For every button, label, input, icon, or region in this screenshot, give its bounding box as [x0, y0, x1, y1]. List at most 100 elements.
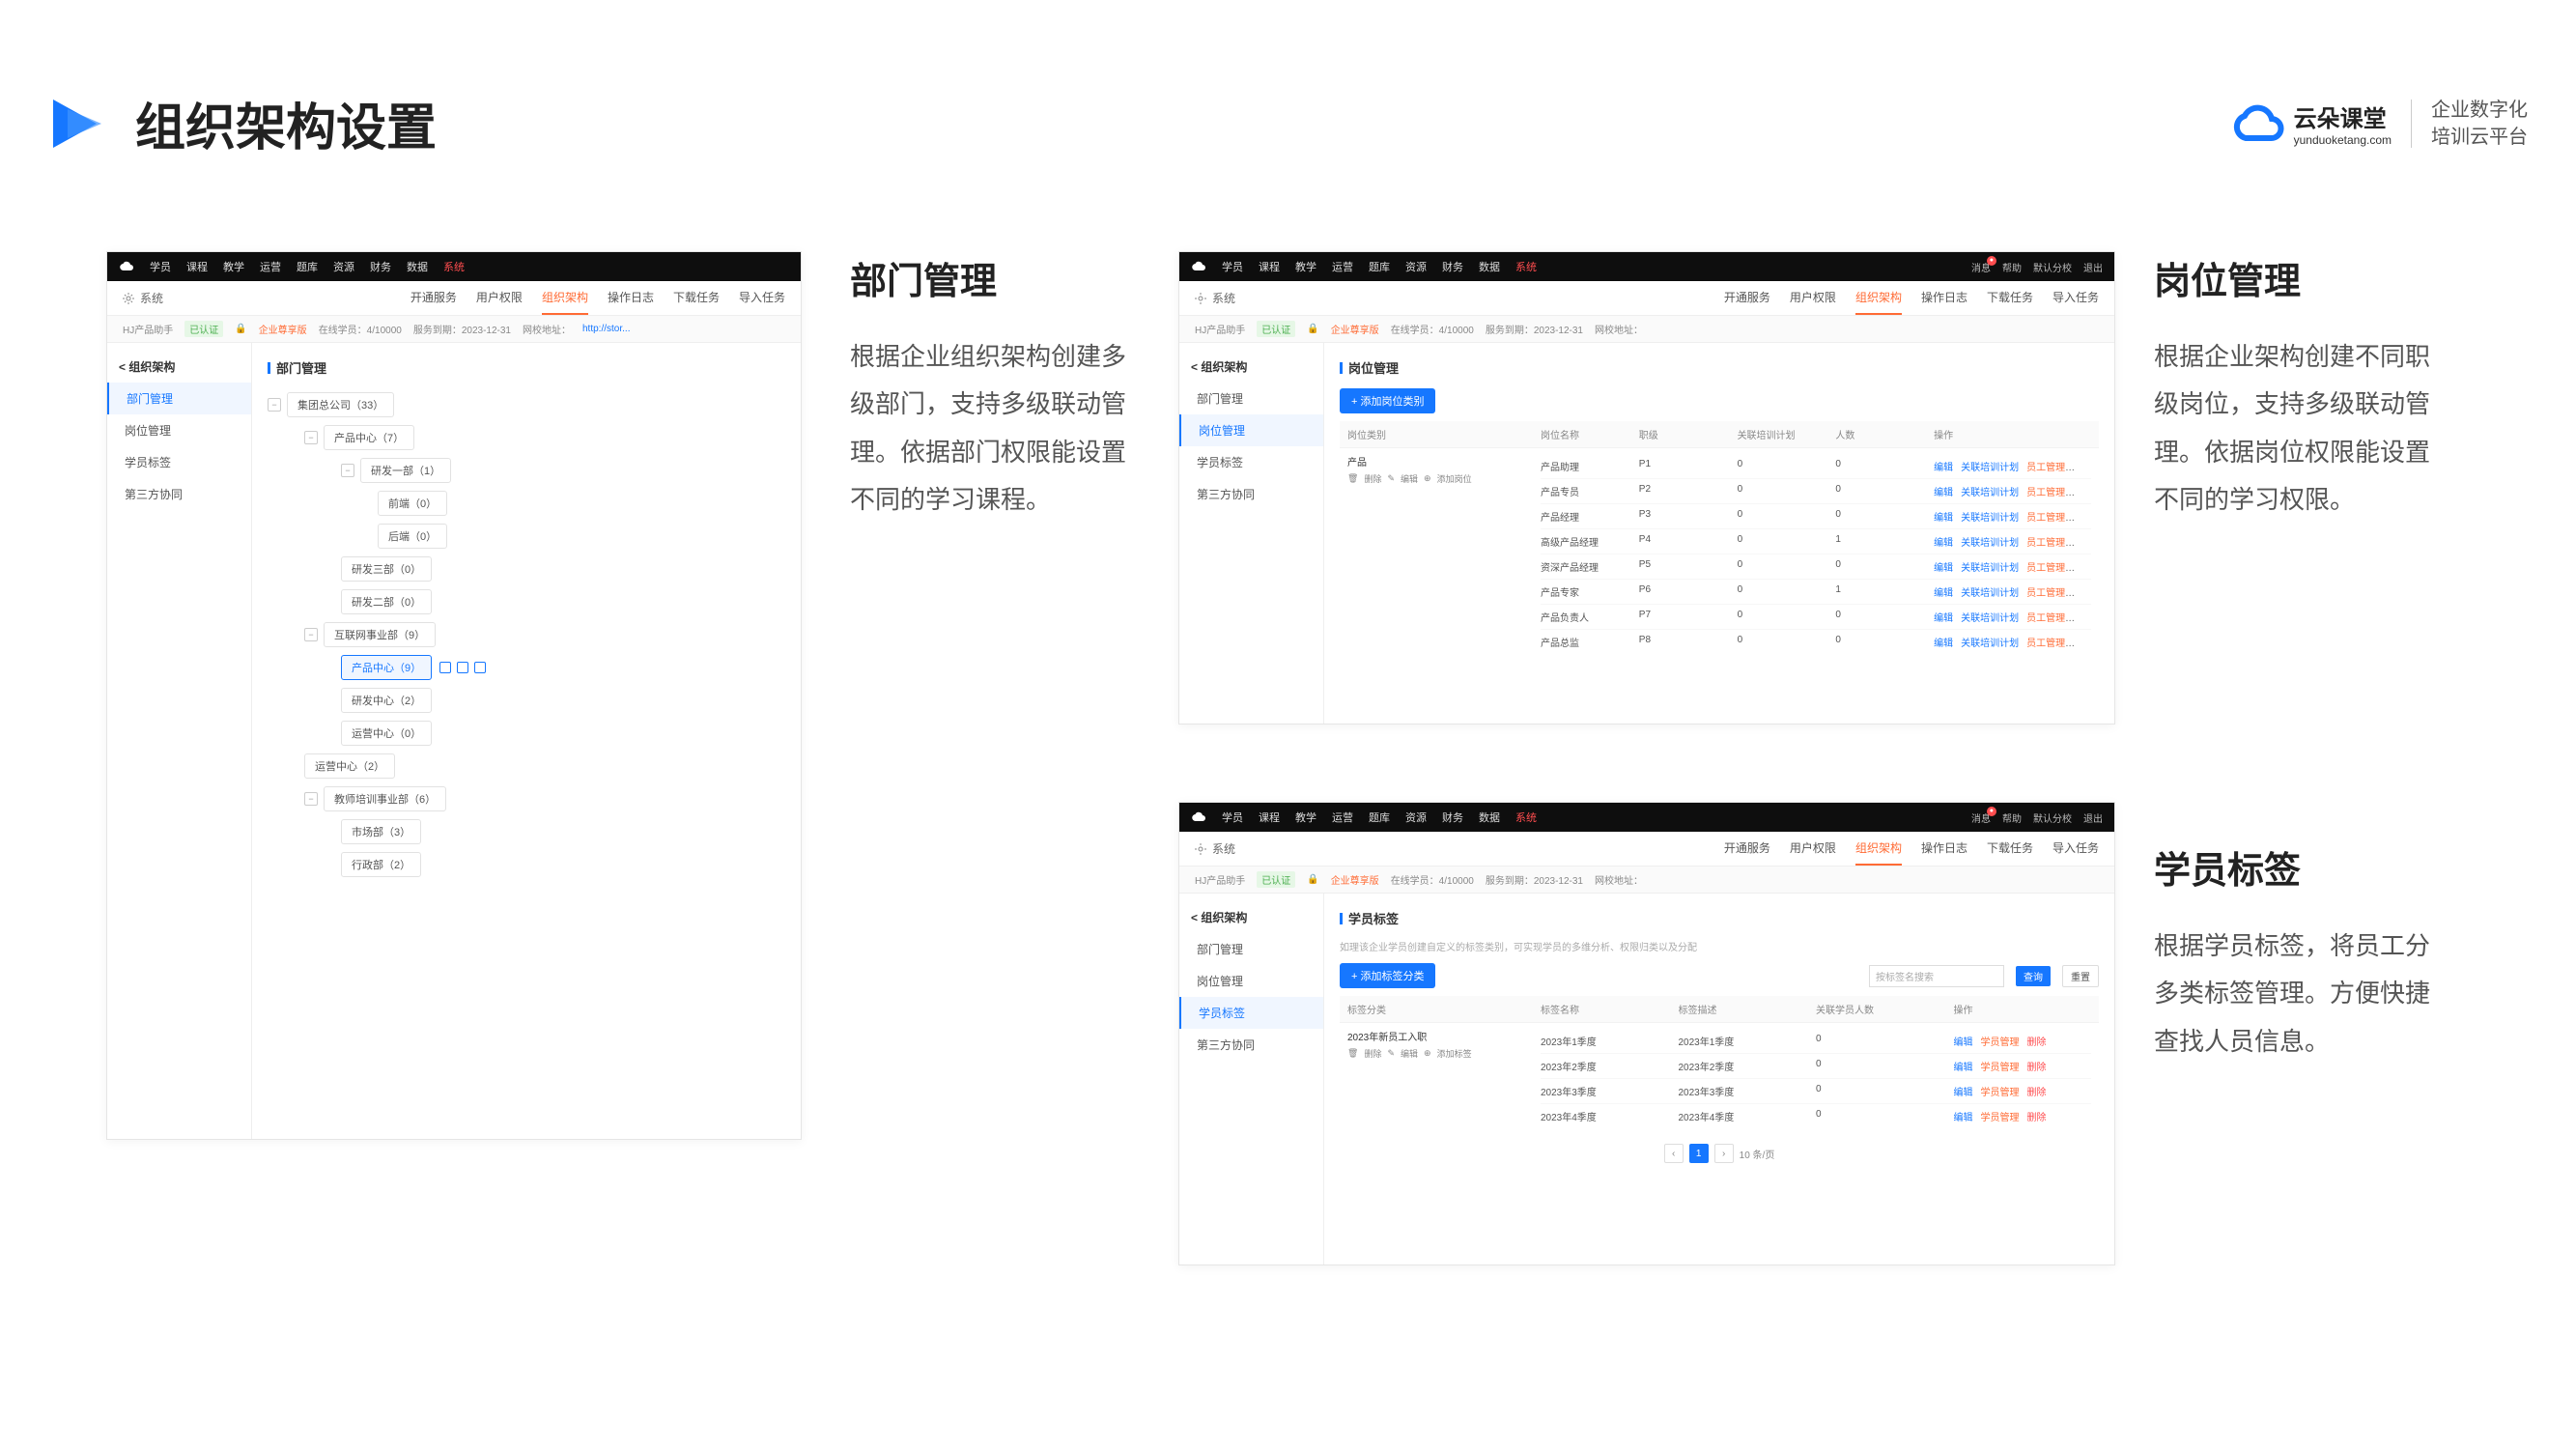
sidebar-item-dept[interactable]: 部门管理 [107, 383, 251, 414]
nav-students[interactable]: 学员 [1222, 259, 1243, 274]
op-0[interactable]: 编辑 [1934, 613, 1953, 624]
tab-org[interactable]: 组织架构 [1855, 832, 1902, 866]
op-3[interactable]: 删除 [2073, 488, 2091, 498]
nav-students[interactable]: 学员 [1222, 810, 1243, 825]
reset-button[interactable]: 重置 [2062, 965, 2099, 987]
node-label[interactable]: 集团总公司（33） [287, 392, 394, 417]
edit-icon[interactable] [439, 662, 451, 673]
nav-teach[interactable]: 教学 [223, 259, 244, 274]
op-2[interactable]: 删除 [2027, 1037, 2047, 1048]
tree-node[interactable]: −互联网事业部（9） [268, 618, 785, 651]
tree-node[interactable]: 产品中心（9） [268, 651, 785, 684]
tree-node[interactable]: 市场部（3） [268, 815, 785, 848]
tab-perm[interactable]: 用户权限 [1790, 832, 1836, 866]
nav-teach[interactable]: 教学 [1295, 259, 1316, 274]
op-2[interactable]: 员工管理 [2026, 538, 2065, 549]
tree-node[interactable]: 运营中心（2） [268, 750, 785, 782]
op-3[interactable]: 删除 [2073, 513, 2091, 524]
op-2[interactable]: 员工管理 [2026, 488, 2065, 498]
nav-students[interactable]: 学员 [150, 259, 171, 274]
tree-node[interactable]: 研发二部（0） [268, 585, 785, 618]
op-0[interactable]: 编辑 [1934, 563, 1953, 574]
sidebar-item-thirdparty[interactable]: 第三方协同 [1179, 1029, 1323, 1061]
op-0[interactable]: 编辑 [1954, 1113, 1973, 1123]
logout-link[interactable]: 退出 [2083, 810, 2103, 825]
sidebar-item-tags[interactable]: 学员标签 [1179, 997, 1323, 1029]
tab-service[interactable]: 开通服务 [1724, 832, 1770, 866]
sidebar-item-thirdparty[interactable]: 第三方协同 [1179, 478, 1323, 510]
node-label[interactable]: 产品中心（9） [341, 655, 432, 680]
add-category-button[interactable]: + 添加岗位类别 [1340, 388, 1435, 413]
op-3[interactable]: 删除 [2073, 588, 2091, 599]
op-1[interactable]: 学员管理 [1981, 1113, 2020, 1123]
tab-org[interactable]: 组织架构 [1855, 281, 1902, 315]
help-link[interactable]: 帮助 [2002, 810, 2022, 825]
branch-select[interactable]: 默认分校 [2033, 260, 2072, 274]
cat-add[interactable]: 添加标签 [1437, 1047, 1472, 1060]
nav-finance[interactable]: 财务 [1442, 259, 1463, 274]
nav-data[interactable]: 数据 [1479, 259, 1500, 274]
op-0[interactable]: 编辑 [1934, 538, 1953, 549]
op-1[interactable]: 学员管理 [1981, 1063, 2020, 1073]
op-0[interactable]: 编辑 [1954, 1088, 1973, 1098]
op-1[interactable]: 关联培训计划 [1961, 613, 2019, 624]
expand-toggle[interactable]: − [268, 398, 281, 412]
op-2[interactable]: 员工管理 [2026, 513, 2065, 524]
node-label[interactable]: 行政部（2） [341, 852, 421, 877]
expand-toggle[interactable]: − [304, 431, 318, 444]
op-2[interactable]: 员工管理 [2026, 463, 2065, 473]
tree-node[interactable]: 前端（0） [268, 487, 785, 520]
node-label[interactable]: 研发三部（0） [341, 556, 432, 582]
school-url[interactable]: http://stor... [582, 324, 630, 334]
sidebar-item-thirdparty[interactable]: 第三方协同 [107, 478, 251, 510]
op-2[interactable]: 删除 [2027, 1063, 2047, 1073]
op-3[interactable]: 删除 [2073, 463, 2091, 473]
nav-system[interactable]: 系统 [443, 259, 465, 274]
nav-data[interactable]: 数据 [1479, 810, 1500, 825]
nav-ops[interactable]: 运营 [1332, 259, 1353, 274]
nav-courses[interactable]: 课程 [186, 259, 208, 274]
op-1[interactable]: 关联培训计划 [1961, 513, 2019, 524]
tab-perm[interactable]: 用户权限 [1790, 281, 1836, 315]
tab-download[interactable]: 下载任务 [673, 281, 720, 315]
nav-finance[interactable]: 财务 [370, 259, 391, 274]
prev-page[interactable]: ‹ [1664, 1144, 1684, 1163]
op-3[interactable]: 删除 [2073, 538, 2091, 549]
cat-edit[interactable]: 编辑 [1401, 472, 1418, 485]
tab-service[interactable]: 开通服务 [410, 281, 457, 315]
tab-import[interactable]: 导入任务 [2052, 832, 2099, 866]
op-1[interactable]: 关联培训计划 [1961, 639, 2019, 649]
tab-download[interactable]: 下载任务 [1987, 832, 2033, 866]
nav-ops[interactable]: 运营 [260, 259, 281, 274]
sidebar-item-jobs[interactable]: 岗位管理 [1179, 414, 1323, 446]
op-2[interactable]: 员工管理 [2026, 588, 2065, 599]
sidebar-head[interactable]: < 组织架构 [107, 351, 251, 383]
logout-link[interactable]: 退出 [2083, 260, 2103, 274]
next-page[interactable]: › [1714, 1144, 1734, 1163]
cat-delete[interactable]: 删除 [1364, 472, 1381, 485]
op-3[interactable]: 删除 [2073, 639, 2091, 649]
nav-ops[interactable]: 运营 [1332, 810, 1353, 825]
op-0[interactable]: 编辑 [1954, 1037, 1973, 1048]
tab-service[interactable]: 开通服务 [1724, 281, 1770, 315]
expand-toggle[interactable]: − [304, 628, 318, 641]
op-1[interactable]: 关联培训计划 [1961, 563, 2019, 574]
nav-teach[interactable]: 教学 [1295, 810, 1316, 825]
tab-org[interactable]: 组织架构 [542, 281, 588, 315]
help-link[interactable]: 帮助 [2002, 260, 2022, 274]
sidebar-item-jobs[interactable]: 岗位管理 [1179, 965, 1323, 997]
tree-node[interactable]: 研发中心（2） [268, 684, 785, 717]
node-label[interactable]: 市场部（3） [341, 819, 421, 844]
op-2[interactable]: 删除 [2027, 1113, 2047, 1123]
tab-download[interactable]: 下载任务 [1987, 281, 2033, 315]
op-2[interactable]: 员工管理 [2026, 613, 2065, 624]
op-0[interactable]: 编辑 [1934, 639, 1953, 649]
nav-courses[interactable]: 课程 [1259, 810, 1280, 825]
nav-res[interactable]: 资源 [1405, 810, 1427, 825]
op-1[interactable]: 学员管理 [1981, 1088, 2020, 1098]
node-label[interactable]: 研发一部（1） [360, 458, 451, 483]
node-label[interactable]: 研发二部（0） [341, 589, 432, 614]
tab-import[interactable]: 导入任务 [2052, 281, 2099, 315]
tree-node[interactable]: −研发一部（1） [268, 454, 785, 487]
cat-delete[interactable]: 删除 [1364, 1047, 1381, 1060]
